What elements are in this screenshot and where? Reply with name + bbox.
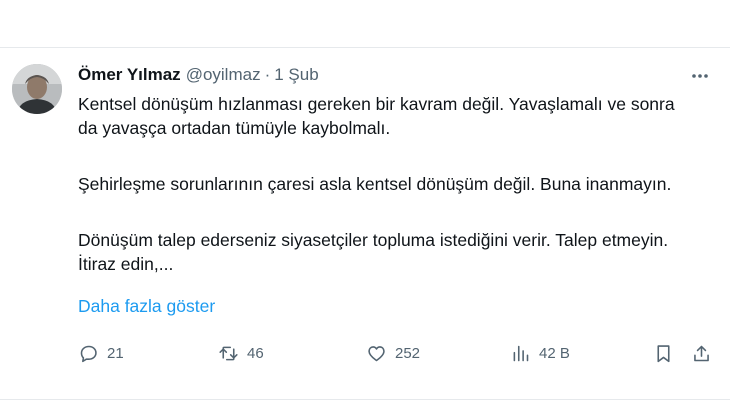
show-more-link[interactable]: Daha fazla göster <box>78 296 215 317</box>
more-options-button[interactable] <box>683 59 717 93</box>
tweet-paragraph: Kentsel dönüşüm hızlanması gereken bir k… <box>78 94 675 138</box>
share-button[interactable] <box>691 338 712 368</box>
repost-button[interactable]: 46 <box>218 338 264 368</box>
bottom-divider <box>0 399 730 400</box>
author-handle[interactable]: @oyilmaz <box>186 65 261 85</box>
tweet-paragraph: Şehirleşme sorunlarının çaresi asla kent… <box>78 174 672 194</box>
like-icon <box>368 345 385 361</box>
more-icon <box>692 74 708 78</box>
separator-dot: · <box>264 65 271 84</box>
reply-button[interactable]: 21 <box>78 338 124 368</box>
views-count: 42 B <box>539 344 570 362</box>
like-count: 252 <box>395 344 421 362</box>
bookmark-button[interactable] <box>653 338 674 368</box>
repost-icon <box>219 346 238 360</box>
avatar-image <box>12 64 62 114</box>
avatar[interactable] <box>12 64 62 114</box>
tweet-text: Kentsel dönüşüm hızlanması gereken bir k… <box>78 92 688 276</box>
tweet-paragraph: Dönüşüm talep ederseniz siyasetçiler top… <box>78 230 669 274</box>
tweet-actions: 21 46 252 42 B <box>78 338 718 368</box>
repost-count: 46 <box>247 344 264 362</box>
tweet[interactable]: Ömer Yılmaz @oyilmaz · 1 Şub Kentsel dön… <box>0 48 730 399</box>
tweet-header: Ömer Yılmaz @oyilmaz · 1 Şub <box>78 65 319 87</box>
tweet-date[interactable]: 1 Şub <box>274 65 318 85</box>
share-icon <box>694 345 709 361</box>
views-icon <box>513 345 529 361</box>
reply-icon <box>80 345 97 362</box>
like-button[interactable]: 252 <box>366 338 420 368</box>
views-button[interactable]: 42 B <box>510 338 570 368</box>
bookmark-icon <box>657 344 670 362</box>
author-name[interactable]: Ömer Yılmaz <box>78 65 181 85</box>
reply-count: 21 <box>107 344 124 362</box>
